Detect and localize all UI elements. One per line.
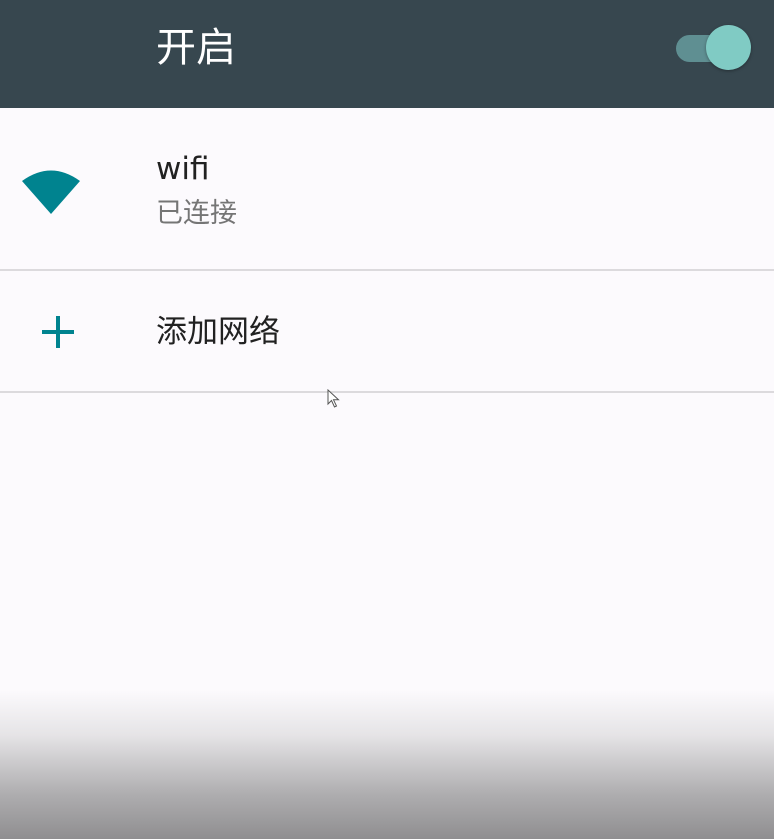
switch-thumb: [706, 25, 751, 70]
add-network-label: 添加网络: [156, 314, 280, 350]
add-network-item[interactable]: 添加网络: [0, 271, 774, 391]
master-toggle-switch[interactable]: [674, 24, 754, 72]
network-name: wifi: [156, 151, 210, 187]
wifi-settings-screen: 开启 wifi 已连接 添加网络: [0, 0, 774, 839]
wifi-master-switch-bar[interactable]: 开启: [0, 0, 774, 108]
list-divider: [0, 391, 774, 393]
plus-icon: [42, 316, 74, 348]
wifi-signal-icon: [22, 170, 80, 214]
mouse-pointer-icon: [327, 389, 340, 408]
network-status: 已连接: [156, 198, 237, 229]
network-list-item[interactable]: wifi 已连接: [0, 108, 774, 270]
master-switch-label: 开启: [156, 25, 236, 71]
bottom-shadow-overlay: [0, 690, 774, 839]
